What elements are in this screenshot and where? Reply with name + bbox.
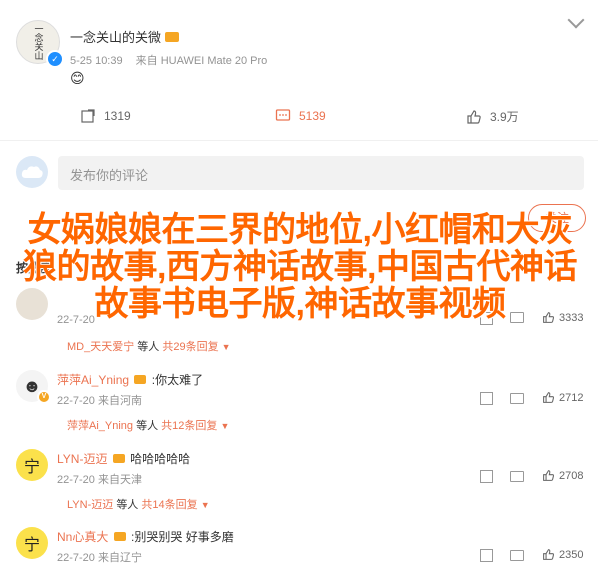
reply-summary[interactable]: MD_天天爱宁 等人 共29条回复 ▼ xyxy=(67,338,231,354)
comment-input[interactable]: 发布你的评论 xyxy=(58,156,584,190)
avatar-char-icon: 宁 xyxy=(23,537,40,554)
like-button[interactable]: 2708 xyxy=(542,469,583,482)
comment-icon xyxy=(275,109,291,121)
member-crown-icon xyxy=(112,454,125,463)
comment-avatar[interactable]: 宁 xyxy=(16,449,48,481)
comment-line: Nn心真大 :别哭别哭 好事多磨 xyxy=(57,528,234,545)
avatar-char-icon: 宁 xyxy=(23,459,40,476)
member-crown-icon xyxy=(113,532,126,541)
thumbs-up-icon xyxy=(543,392,555,403)
repost-count: 1319 xyxy=(104,109,131,123)
post-source: 来自 HUAWEI Mate 20 Pro xyxy=(135,55,268,67)
member-crown-icon xyxy=(134,375,147,384)
comment-line: LYN-迈迈 哈哈哈哈哈 xyxy=(57,450,190,467)
comment-button[interactable]: 5139 xyxy=(275,108,326,124)
post-author-name[interactable]: 一念关山的关微 xyxy=(70,27,180,46)
reply-summary[interactable]: 萍萍Ai_Yning 等人 共12条回复 ▼ xyxy=(67,417,229,433)
comment-icon[interactable] xyxy=(510,471,524,482)
comment-author[interactable]: LYN-迈迈 xyxy=(57,452,107,466)
divider xyxy=(0,140,598,141)
comment-input-placeholder: 发布你的评论 xyxy=(70,168,149,183)
comment-author[interactable]: 萍萍Ai_Yning xyxy=(57,373,129,387)
comment-time: 22-7-20 来自辽宁 xyxy=(57,552,142,564)
reply-text: 等人 xyxy=(116,499,139,511)
comment-avatar[interactable]: 宁 xyxy=(16,527,48,559)
post-meta: 5-25 10:39 来自 HUAWEI Mate 20 Pro xyxy=(70,52,267,68)
like-count: 2712 xyxy=(559,391,584,404)
comment-text: :别哭别哭 好事多磨 xyxy=(131,530,234,544)
reply-more: 共12条回复 xyxy=(161,420,218,432)
thumbs-up-icon xyxy=(543,470,555,481)
reply-more: 共14条回复 xyxy=(141,499,198,511)
verified-badge-icon: ✓ xyxy=(46,50,64,68)
repost-button[interactable]: 1319 xyxy=(80,108,131,124)
comment-time: 22-7-20 来自天津 xyxy=(57,474,142,486)
comment-text: 哈哈哈哈哈 xyxy=(130,452,191,466)
author-name: 一念关山的关微 xyxy=(70,30,162,45)
repost-icon xyxy=(81,109,95,123)
cloud-avatar-icon xyxy=(21,166,43,178)
like-count: 3.9万 xyxy=(490,110,519,124)
reply-text: 等人 xyxy=(136,420,159,432)
reply-text: 等人 xyxy=(137,341,160,353)
comment-icon[interactable] xyxy=(510,550,524,561)
thumbs-up-icon xyxy=(543,549,555,560)
comment-count: 5139 xyxy=(299,109,326,123)
chevron-down-icon[interactable] xyxy=(567,11,585,29)
comment-text: :你太难了 xyxy=(151,373,204,387)
like-count: 2708 xyxy=(559,469,584,482)
repost-icon[interactable] xyxy=(480,392,493,405)
reply-user: MD_天天爱宁 xyxy=(67,341,135,353)
repost-icon[interactable] xyxy=(480,470,493,483)
current-user-avatar xyxy=(16,156,48,188)
reply-user: 萍萍Ai_Yning xyxy=(67,420,134,432)
comment-author[interactable]: Nn心真大 xyxy=(57,530,108,544)
member-crown-icon xyxy=(165,31,180,42)
comment-icon[interactable] xyxy=(510,393,524,404)
reply-summary[interactable]: LYN-迈迈 等人 共14条回复 ▼ xyxy=(67,496,210,512)
reply-more: 共29条回复 xyxy=(162,341,219,353)
reply-user: LYN-迈迈 xyxy=(67,499,114,511)
thumbs-up-icon xyxy=(467,109,481,124)
avatar-text: 一念关山 xyxy=(32,24,43,60)
like-count: 2350 xyxy=(559,548,584,561)
comment-time: 22-7-20 来自河南 xyxy=(57,395,142,407)
verified-badge-icon: V xyxy=(37,390,51,404)
like-button[interactable]: 2350 xyxy=(542,548,583,561)
overlay-title: 女娲娘娘在三界的地位,小红帽和大灰狼的故事,西方神话故事,中国古代神话故事书电子… xyxy=(23,211,577,323)
like-button[interactable]: 3.9万 xyxy=(466,108,519,125)
repost-icon[interactable] xyxy=(480,549,493,562)
comment-line: 萍萍Ai_Yning :你太难了 xyxy=(57,371,203,388)
post-time: 5-25 10:39 xyxy=(70,55,123,67)
like-button[interactable]: 2712 xyxy=(542,391,583,404)
post-emoji: 😊 xyxy=(70,70,85,86)
